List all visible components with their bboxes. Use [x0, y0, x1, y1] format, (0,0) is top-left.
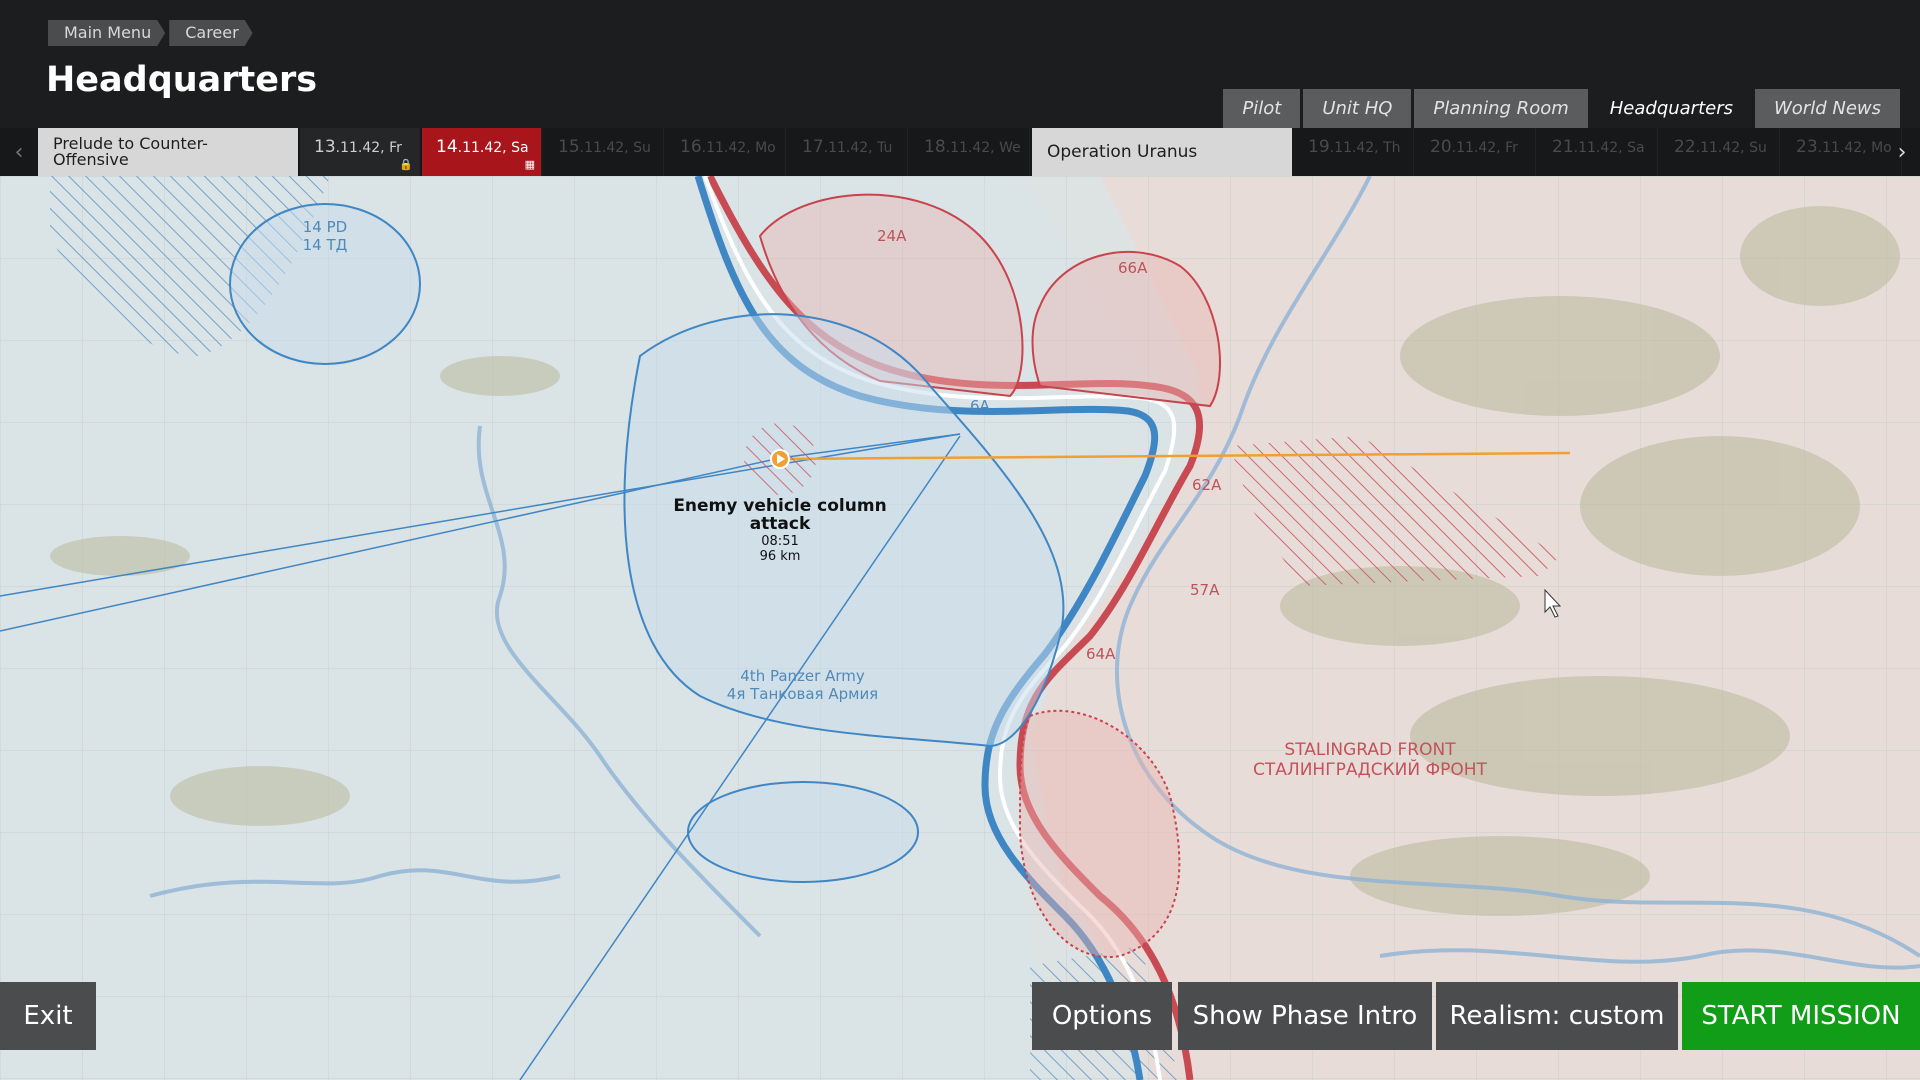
timeline-next-button[interactable]: ›	[1884, 128, 1920, 176]
zone-4th-panzer	[687, 781, 919, 883]
label-6a: 6A	[970, 397, 990, 415]
breadcrumb-career[interactable]: Career	[169, 20, 252, 46]
chevron-right-icon: ›	[1897, 139, 1907, 165]
label-4th-panzer-en: 4th Panzer Army	[740, 667, 865, 685]
day-19[interactable]: 19.11.42, Th	[1294, 128, 1414, 176]
top-bar: Main Menu Career Headquarters Pilot Unit…	[0, 0, 1920, 176]
start-mission-button[interactable]: START MISSION	[1682, 982, 1920, 1050]
day-17[interactable]: 17.11.42, Tu	[788, 128, 908, 176]
tab-world-news[interactable]: World News	[1755, 89, 1900, 129]
day-16[interactable]: 16.11.42, Mo	[666, 128, 786, 176]
tab-planning-room[interactable]: Planning Room	[1414, 89, 1588, 129]
show-phase-intro-button[interactable]: Show Phase Intro	[1178, 982, 1432, 1050]
options-button[interactable]: Options	[1032, 982, 1172, 1050]
label-14pd: 14 PD 14 ТД	[295, 218, 355, 254]
timeline-prev-button[interactable]: ‹	[0, 128, 38, 176]
phase-operation-uranus[interactable]: Operation Uranus	[1032, 128, 1292, 176]
label-57a: 57A	[1190, 581, 1220, 599]
page-title: Headquarters	[46, 60, 318, 100]
tab-headquarters[interactable]: Headquarters	[1590, 89, 1752, 129]
day-18[interactable]: 18.11.42, We	[910, 128, 1030, 176]
map-canvas	[0, 176, 1920, 1080]
label-4th-panzer: 4th Panzer Army 4я Танковая Армия	[690, 667, 915, 703]
mission-distance: 96 km	[759, 549, 801, 564]
label-24a: 24A	[877, 227, 907, 245]
day-13[interactable]: 13.11.42, Fr 🔒	[300, 128, 420, 176]
tab-unit-hq[interactable]: Unit HQ	[1303, 89, 1412, 129]
chevron-left-icon: ‹	[14, 139, 24, 165]
tab-pilot[interactable]: Pilot	[1223, 89, 1301, 129]
day-14[interactable]: 14.11.42, Sa ▦	[422, 128, 542, 176]
label-64a: 64A	[1086, 645, 1116, 663]
label-14pd-en: 14 PD	[302, 218, 348, 236]
day-21[interactable]: 21.11.42, Sa	[1538, 128, 1658, 176]
breadcrumb: Main Menu Career	[48, 20, 257, 46]
label-stalingrad-front: STALINGRAD FRONT СТАЛИНГРАДСКИЙ ФРОНТ	[1245, 740, 1495, 780]
career-timeline: ‹ Prelude to Counter-Offensive 13.11.42,…	[0, 128, 1920, 176]
exit-button[interactable]: Exit	[0, 982, 96, 1050]
label-front-en: STALINGRAD FRONT	[1284, 740, 1456, 760]
calendar-icon: ▦	[524, 158, 535, 171]
label-front-ru: СТАЛИНГРАДСКИЙ ФРОНТ	[1253, 760, 1487, 780]
lock-icon: 🔒	[399, 158, 413, 171]
label-4th-panzer-ru: 4я Танковая Армия	[726, 685, 879, 703]
day-15[interactable]: 15.11.42, Su	[544, 128, 664, 176]
top-tabs: Pilot Unit HQ Planning Room Headquarters…	[1220, 89, 1900, 129]
realism-button[interactable]: Realism: custom	[1436, 982, 1678, 1050]
day-22[interactable]: 22.11.42, Su	[1660, 128, 1780, 176]
mission-title[interactable]: Enemy vehicle column attack	[665, 497, 895, 533]
mission-time: 08:51	[761, 534, 799, 549]
phase-prelude[interactable]: Prelude to Counter-Offensive	[38, 128, 298, 176]
day-20[interactable]: 20.11.42, Fr	[1416, 128, 1536, 176]
label-14pd-ru: 14 ТД	[302, 236, 348, 254]
breadcrumb-main-menu[interactable]: Main Menu	[48, 20, 165, 46]
mission-info: 08:51 96 km	[740, 534, 820, 564]
campaign-map[interactable]: 14 PD 14 ТД 24A 66A 6A 62A 57A 64A 4th P…	[0, 176, 1920, 1080]
label-66a: 66A	[1118, 259, 1148, 277]
label-62a: 62A	[1192, 476, 1222, 494]
